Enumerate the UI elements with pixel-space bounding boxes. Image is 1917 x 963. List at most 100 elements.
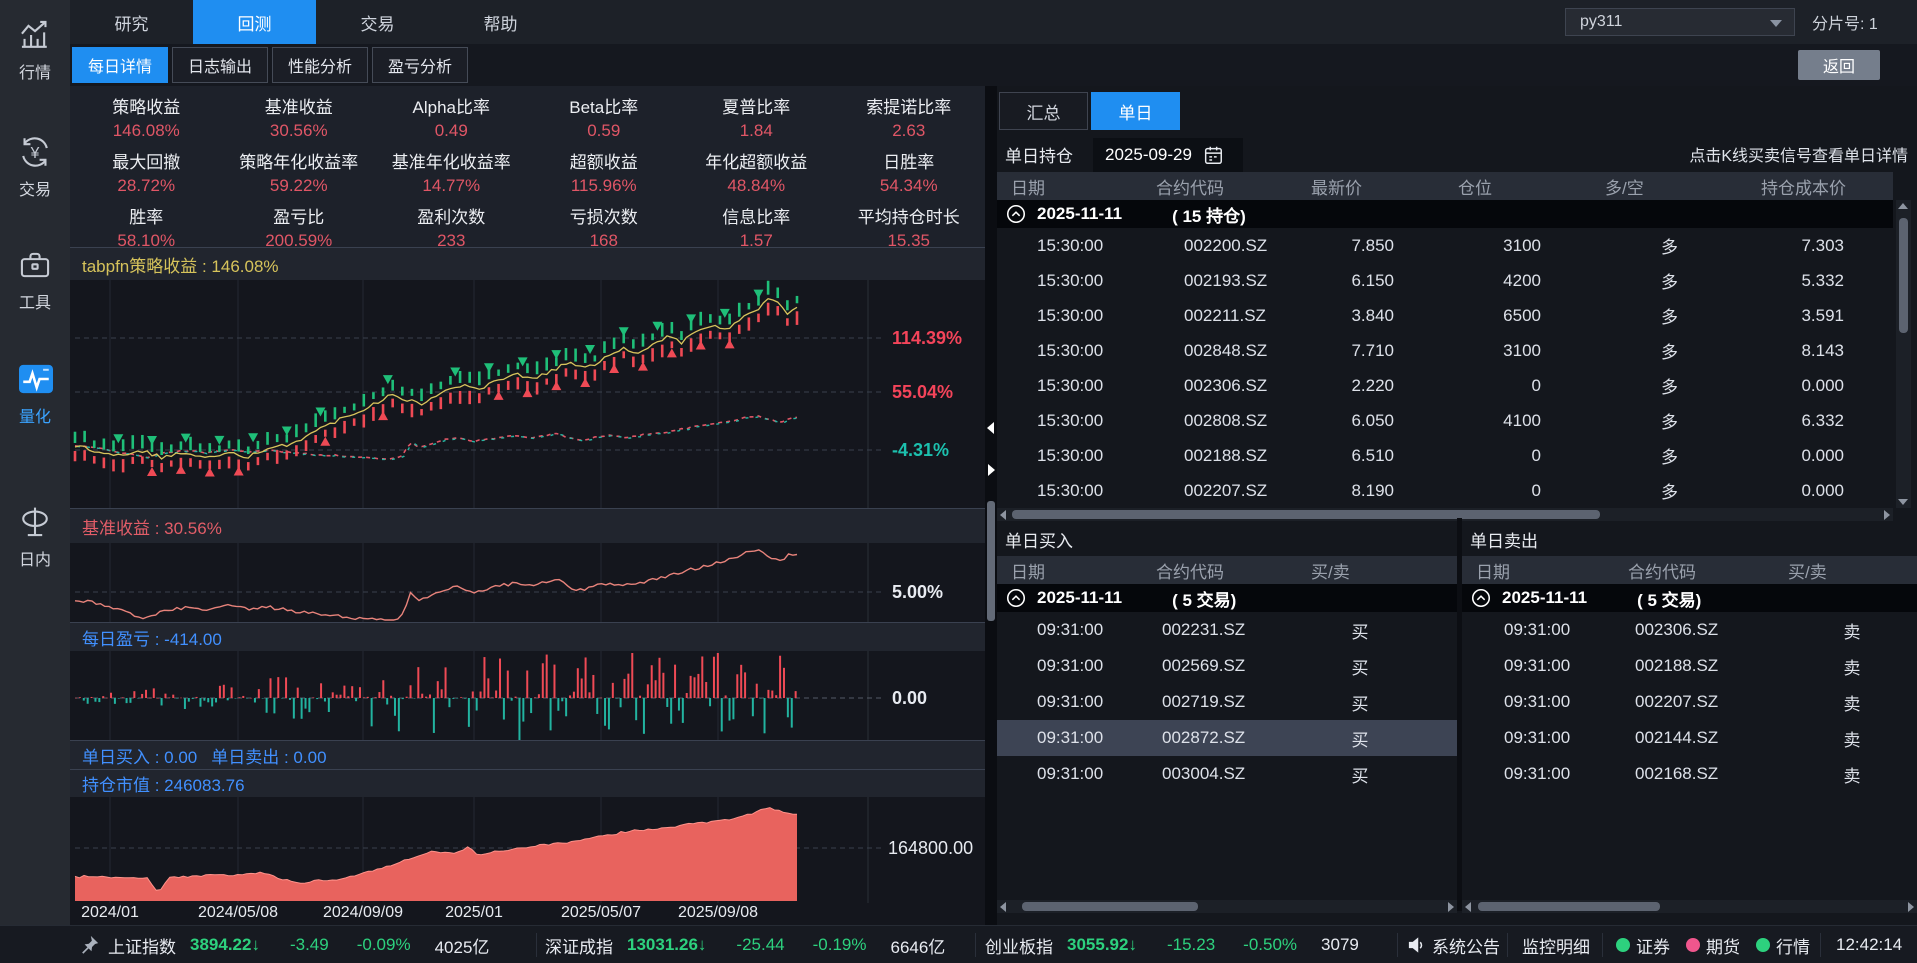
scroll-down-icon[interactable] — [1898, 499, 1908, 505]
table-row[interactable]: 09:31:00002144.SZ卖 — [1462, 720, 1917, 756]
scroll-left-icon[interactable] — [1000, 510, 1006, 520]
scrollbar-thumb[interactable] — [1899, 218, 1908, 333]
benchmark-chart[interactable]: 5.00% — [70, 543, 985, 622]
collapse-right-icon[interactable] — [988, 464, 995, 476]
table-row[interactable]: 09:31:00002207.SZ卖 — [1462, 684, 1917, 720]
metric-label: 日胜率 — [833, 148, 986, 173]
group-count: ( 15 持仓) — [1172, 202, 1246, 227]
sidebar-item-toolbox[interactable]: 工具 — [0, 248, 70, 313]
table-cell: 002306.SZ — [1142, 376, 1297, 396]
sell-group-row[interactable]: 2025-11-11( 5 交易) — [1462, 584, 1917, 612]
table-row[interactable]: 15:30:00002188.SZ6.5100多0.000 — [997, 438, 1893, 473]
pnl-chart[interactable]: 0.00 — [70, 651, 985, 740]
nav-tab-3[interactable]: 交易 — [316, 0, 439, 44]
feed-label: 行情 — [1776, 933, 1810, 958]
table-row[interactable]: 09:31:00002872.SZ买 — [997, 720, 1457, 756]
metric-cell: 平均持仓时长15.35 — [833, 196, 986, 251]
table-row[interactable]: 09:31:00002231.SZ买 — [997, 612, 1457, 648]
feed-status-dot — [1686, 938, 1700, 952]
scroll-right-icon[interactable] — [1908, 902, 1914, 912]
buy-group-row[interactable]: 2025-11-11( 5 交易) — [997, 584, 1457, 612]
svg-text:114.39%: 114.39% — [892, 328, 962, 348]
chevron-up-circle-icon[interactable] — [1005, 587, 1027, 609]
x-axis-tick: 2024/01 — [81, 904, 139, 922]
table-row[interactable]: 09:31:00003004.SZ买 — [997, 756, 1457, 792]
scrollbar-thumb[interactable] — [1478, 902, 1660, 911]
sub-tab-3[interactable]: 性能分析 — [272, 47, 368, 83]
chevron-up-circle-icon[interactable] — [1005, 203, 1027, 225]
pushpin-icon[interactable] — [78, 934, 100, 961]
splitter-thumb[interactable] — [987, 501, 995, 621]
metric-label: 亏损次数 — [528, 203, 681, 228]
holdings-vertical-scrollbar[interactable] — [1896, 200, 1911, 508]
metric-label: 基准年化收益率 — [375, 148, 528, 173]
table-cell: 0 — [1432, 376, 1582, 396]
table-row[interactable]: 09:31:00002188.SZ卖 — [1462, 648, 1917, 684]
nav-tab-4[interactable]: 帮助 — [439, 0, 562, 44]
nav-tab-1[interactable]: 研究 — [70, 0, 193, 44]
sidebar-item-label: 行情 — [0, 59, 70, 83]
table-row[interactable]: 09:31:00002306.SZ卖 — [1462, 612, 1917, 648]
scroll-up-icon[interactable] — [1898, 203, 1908, 209]
table-row[interactable]: 09:31:00002719.SZ买 — [997, 684, 1457, 720]
table-cell: 3100 — [1432, 341, 1582, 361]
python-env-value: py311 — [1580, 13, 1622, 31]
sub-tab-1[interactable]: 每日详情 — [72, 47, 168, 83]
table-row[interactable]: 09:31:00002569.SZ买 — [997, 648, 1457, 684]
scroll-right-icon[interactable] — [1448, 902, 1454, 912]
chevron-up-circle-icon[interactable] — [1470, 587, 1492, 609]
table-cell: 002231.SZ — [1142, 620, 1297, 640]
equity-chart[interactable]: 114.39%55.04%-4.31% — [70, 280, 985, 508]
metric-cell: 盈亏比200.59% — [223, 196, 376, 251]
scrollbar-thumb[interactable] — [1022, 902, 1198, 911]
table-row[interactable]: 15:30:00002207.SZ8.1900多0.000 — [997, 473, 1893, 508]
system-announcement[interactable]: 系统公告 — [1432, 926, 1500, 963]
scroll-left-icon[interactable] — [1465, 902, 1471, 912]
table-row[interactable]: 15:30:00002193.SZ6.1504200多5.332 — [997, 263, 1893, 298]
table-cell: 买 — [1297, 618, 1407, 643]
back-button[interactable]: 返回 — [1798, 50, 1880, 80]
monitor-detail[interactable]: 监控明细 — [1522, 926, 1590, 963]
sub-tab-4[interactable]: 盈亏分析 — [372, 47, 468, 83]
buy-horizontal-scrollbar[interactable] — [997, 900, 1457, 913]
index-name: 上证指数 — [108, 933, 176, 958]
table-row[interactable]: 15:30:00002808.SZ6.0504100多6.332 — [997, 403, 1893, 438]
speaker-icon[interactable] — [1406, 934, 1428, 961]
metric-cell: 超额收益115.96% — [528, 141, 681, 196]
sidebar-item-quant-wave[interactable]: 量化 — [0, 362, 70, 427]
scroll-right-icon[interactable] — [1884, 510, 1890, 520]
index-turnover: 3079 — [1321, 935, 1359, 955]
nav-tab-2[interactable]: 回测 — [193, 0, 316, 44]
sidebar-item-market-chart[interactable]: 行情 — [0, 18, 70, 83]
table-cell: 3.840 — [1297, 306, 1432, 326]
holdings-horizontal-scrollbar[interactable] — [997, 508, 1893, 521]
metric-value: 28.72% — [70, 176, 223, 196]
table-row[interactable]: 15:30:00002306.SZ2.2200多0.000 — [997, 368, 1893, 403]
metric-cell: 基准收益30.56% — [223, 86, 376, 141]
detail-tab-1[interactable]: 汇总 — [999, 92, 1088, 130]
sidebar-item-trade-yen[interactable]: ¥交易 — [0, 135, 70, 200]
market-value-chart[interactable]: 164800.00 — [70, 797, 985, 903]
table-row[interactable]: 15:30:00002848.SZ7.7103100多8.143 — [997, 333, 1893, 368]
panel-splitter[interactable] — [985, 86, 997, 925]
table-row[interactable]: 09:31:00002168.SZ卖 — [1462, 756, 1917, 792]
collapse-left-icon[interactable] — [987, 422, 994, 434]
intraday-icon — [17, 505, 53, 541]
scroll-left-icon[interactable] — [1000, 902, 1006, 912]
sub-tab-2[interactable]: 日志输出 — [172, 47, 268, 83]
table-cell: 002200.SZ — [1142, 236, 1297, 256]
group-count: ( 5 交易) — [1172, 586, 1236, 611]
sell-horizontal-scrollbar[interactable] — [1462, 900, 1917, 913]
scrollbar-thumb[interactable] — [1012, 510, 1600, 519]
table-cell: 多 — [1582, 443, 1727, 468]
table-row[interactable]: 15:30:00002211.SZ3.8406500多3.591 — [997, 298, 1893, 333]
holdings-group-row[interactable]: 2025-11-11( 15 持仓) — [997, 200, 1893, 228]
detail-tab-2[interactable]: 单日 — [1091, 92, 1180, 130]
sidebar-item-intraday[interactable]: 日内 — [0, 505, 70, 570]
feed-label: 期货 — [1706, 933, 1740, 958]
table-row[interactable]: 15:30:00002200.SZ7.8503100多7.303 — [997, 228, 1893, 263]
metric-label: 索提诺比率 — [833, 93, 986, 118]
python-env-select[interactable]: py311 — [1565, 8, 1795, 36]
table-cell: 0.000 — [1727, 481, 1893, 501]
date-picker[interactable]: 2025-09-29 — [1093, 138, 1243, 172]
